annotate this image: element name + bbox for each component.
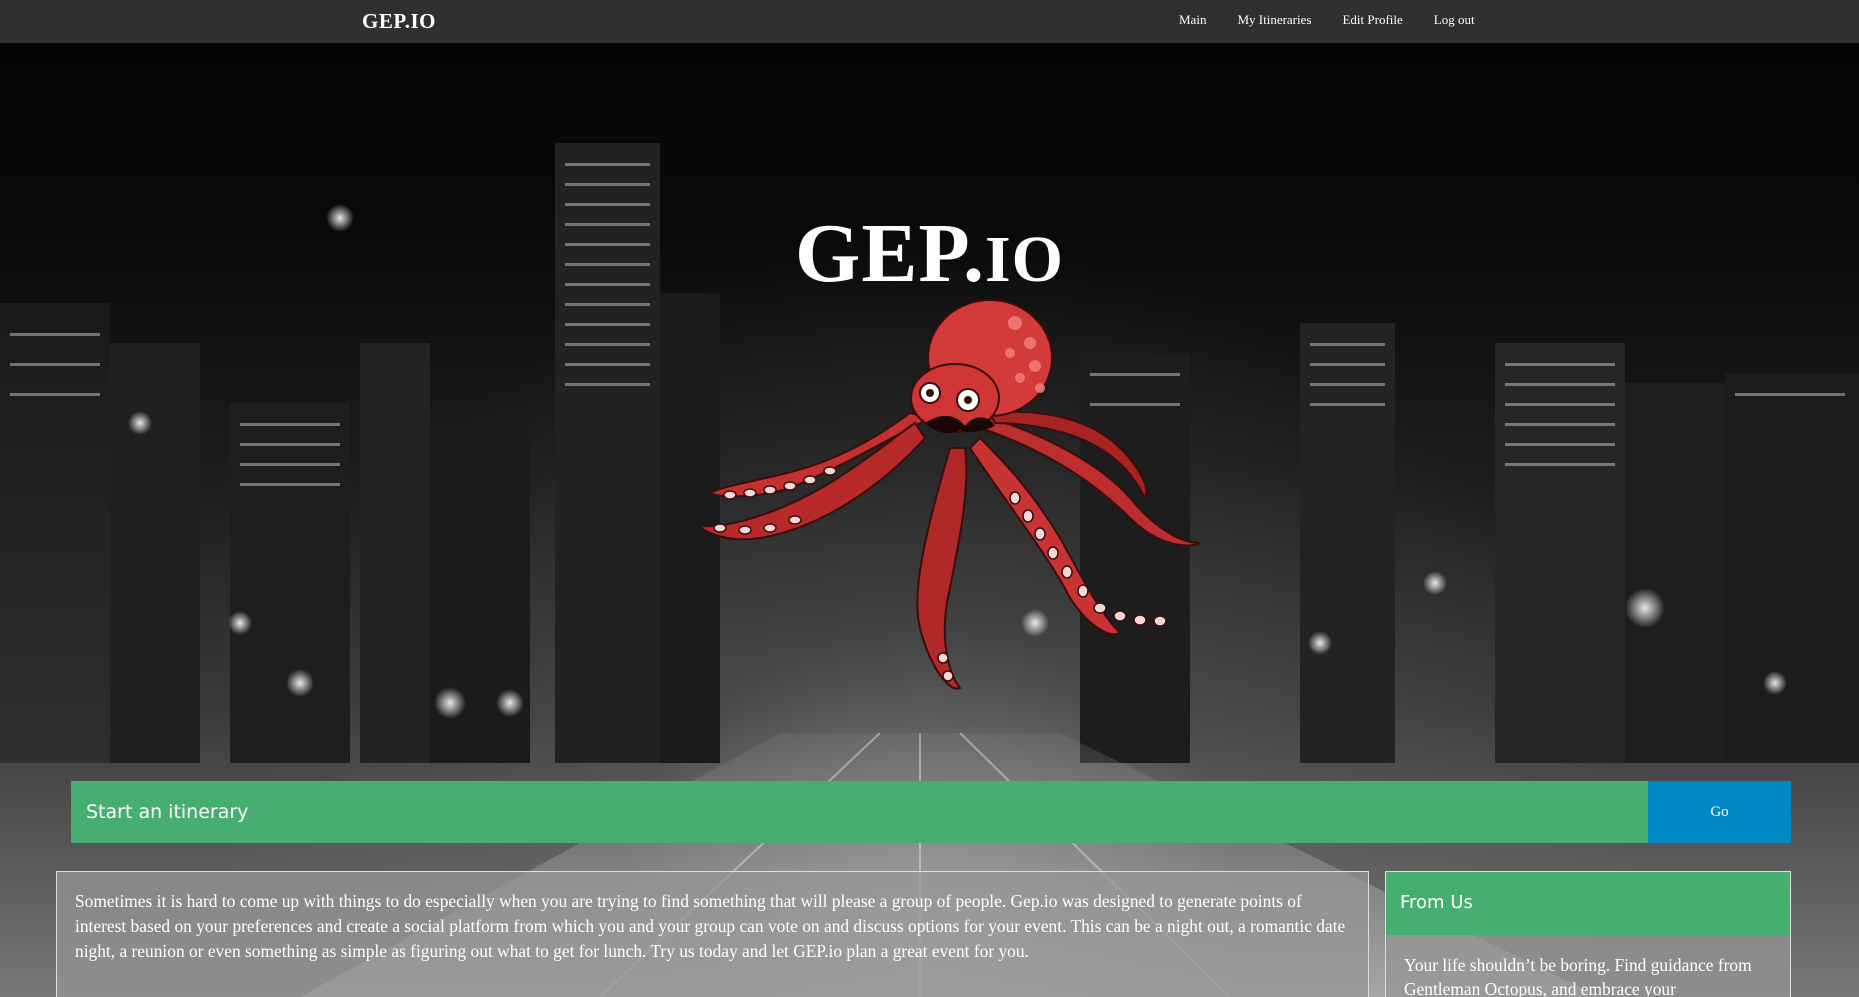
about-text: Sometimes it is hard to come up with thi… [75, 891, 1346, 961]
from-us-body: Your life shouldn’t be boring. Find guid… [1404, 955, 1752, 997]
hero-section: GEP.IO Start an itinerary Go Sometimes i… [0, 43, 1859, 997]
nav-link-edit-profile[interactable]: Edit Profile [1342, 12, 1402, 28]
from-us-heading: From Us [1386, 872, 1790, 935]
about-card: Sometimes it is hard to come up with thi… [56, 871, 1369, 997]
logo-title-main: GEP. [795, 207, 985, 300]
octopus-icon [697, 299, 1201, 690]
itinerary-search-bar: Go [71, 781, 1791, 843]
brand-link[interactable]: GEP.IO [362, 9, 436, 34]
from-us-panel: From Us Your life shouldn’t be boring. F… [1385, 871, 1791, 997]
go-button[interactable]: Go [1648, 781, 1791, 843]
itinerary-input[interactable] [71, 781, 1648, 843]
nav-link-main[interactable]: Main [1179, 12, 1206, 28]
nav-link-log-out[interactable]: Log out [1434, 12, 1475, 28]
logo-title-small: IO [984, 223, 1064, 296]
nav-link-my-itineraries[interactable]: My Itineraries [1237, 12, 1311, 28]
logo-title: GEP.IO [0, 205, 1859, 302]
top-navbar: GEP.IO Main My Itineraries Edit Profile … [0, 0, 1859, 43]
nav-links: Main My Itineraries Edit Profile Log out [1179, 12, 1506, 28]
